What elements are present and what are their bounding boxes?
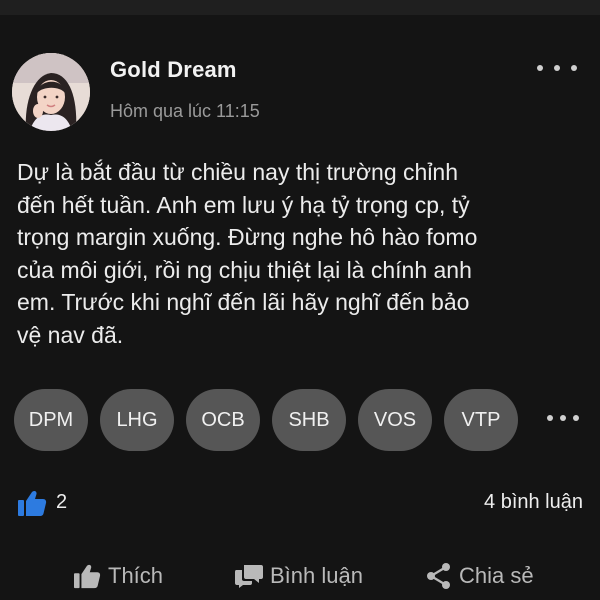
thumbs-up-icon[interactable]	[17, 489, 47, 517]
post-body: Dự là bắt đầu từ chiều nay thị trường ch…	[17, 156, 577, 351]
reaction-stats: 2 4 bình luận	[17, 489, 583, 519]
stock-tag[interactable]: VTP	[444, 389, 518, 451]
share-icon	[427, 563, 450, 589]
share-button-label: Chia sẻ	[459, 563, 534, 588]
stock-tag[interactable]: DPM	[14, 389, 88, 451]
like-count[interactable]: 2	[56, 491, 67, 514]
post-body-line: Dự là bắt đầu từ chiều nay thị trường ch…	[17, 159, 459, 185]
stock-tag[interactable]: LHG	[100, 389, 174, 451]
post-card: Gold Dream Hôm qua lúc 11:15 Dự là bắt đ…	[0, 15, 600, 600]
stock-tag[interactable]: SHB	[272, 389, 346, 451]
like-button[interactable]: Thích	[72, 555, 163, 597]
comment-button[interactable]: Bình luận	[234, 555, 363, 597]
more-options-icon[interactable]	[537, 53, 577, 83]
like-button-label: Thích	[108, 563, 164, 588]
post-body-line: vệ nav đã.	[17, 321, 124, 348]
action-bar: Thích Bình luận Chia sẻ	[0, 555, 600, 597]
thumbs-up-icon	[74, 564, 101, 589]
comment-button-label: Bình luận	[270, 563, 363, 588]
post-body-line: đến hết tuần. Anh em lưu ý hạ tỷ trọng c…	[17, 191, 470, 218]
post-body-line: em. Trước khi nghĩ đến lãi hãy nghĩ đến …	[17, 289, 470, 315]
comment-icon	[235, 565, 263, 588]
stock-tag[interactable]: OCB	[186, 389, 260, 451]
stock-tag-list: DPM LHG OCB SHB VOS VTP	[14, 389, 518, 451]
author-name[interactable]: Gold Dream	[110, 57, 237, 83]
comment-count[interactable]: 4 bình luận	[484, 491, 583, 514]
post-body-line: trọng margin xuống. Đừng nghe hô hào fom…	[17, 224, 478, 250]
more-tags-icon[interactable]	[547, 413, 579, 423]
share-button[interactable]: Chia sẻ	[425, 555, 534, 597]
post-timestamp[interactable]: Hôm qua lúc 11:15	[110, 101, 260, 122]
stock-tag[interactable]: VOS	[358, 389, 432, 451]
avatar[interactable]	[12, 53, 90, 131]
post-body-line: của môi giới, rồi ng chịu thiệt lại là c…	[17, 256, 472, 283]
